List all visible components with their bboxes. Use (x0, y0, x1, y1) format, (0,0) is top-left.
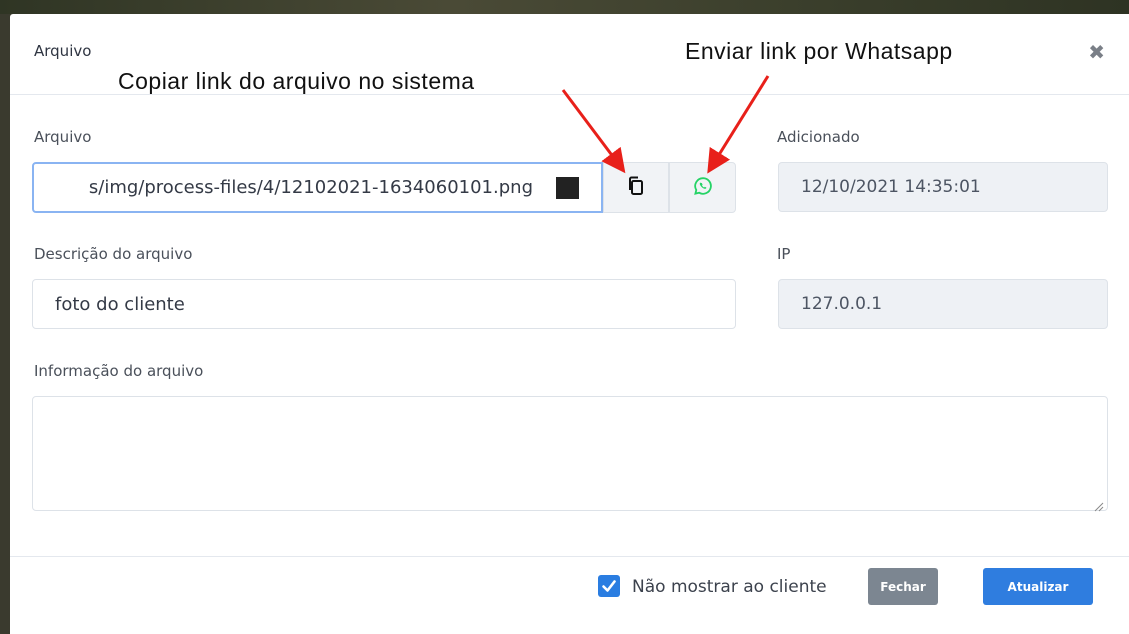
footer-divider (10, 556, 1129, 557)
info-textarea[interactable] (32, 396, 1108, 512)
info-label: Informação do arquivo (34, 362, 204, 380)
copy-icon (627, 176, 645, 200)
ip-label: IP (777, 245, 791, 263)
hide-from-client-label[interactable]: Não mostrar ao cliente (632, 577, 827, 597)
check-icon (602, 580, 616, 592)
description-input[interactable]: foto do cliente (32, 279, 736, 329)
text-caret (556, 176, 579, 199)
close-icon[interactable]: ✖ (1088, 42, 1105, 62)
whatsapp-icon (693, 176, 713, 200)
file-modal: Arquivo ✖ Arquivo s/img/process-files/4/… (10, 14, 1129, 634)
annotation-copy-link: Copiar link do arquivo no sistema (118, 68, 475, 94)
ip-value: 127.0.0.1 (801, 294, 883, 314)
description-value: foto do cliente (55, 293, 185, 315)
whatsapp-button[interactable] (669, 162, 736, 213)
description-label: Descrição do arquivo (34, 245, 193, 263)
file-link-input[interactable]: s/img/process-files/4/12102021-163406010… (32, 162, 603, 213)
added-label: Adicionado (777, 128, 860, 146)
hide-from-client-checkbox[interactable] (598, 575, 620, 597)
added-field: 12/10/2021 14:35:01 (778, 162, 1108, 212)
page-backdrop (0, 0, 1129, 14)
update-button[interactable]: Atualizar (983, 568, 1093, 605)
added-value: 12/10/2021 14:35:01 (801, 177, 981, 197)
modal-title: Arquivo (34, 42, 92, 60)
ip-field: 127.0.0.1 (778, 279, 1108, 329)
annotation-whatsapp-link: Enviar link por Whatsapp (685, 38, 953, 64)
resize-handle-icon[interactable] (1094, 497, 1104, 512)
file-label: Arquivo (34, 128, 92, 146)
close-button[interactable]: Fechar (868, 568, 938, 605)
file-link-value: s/img/process-files/4/12102021-163406010… (88, 176, 533, 198)
copy-link-button[interactable] (603, 162, 669, 213)
